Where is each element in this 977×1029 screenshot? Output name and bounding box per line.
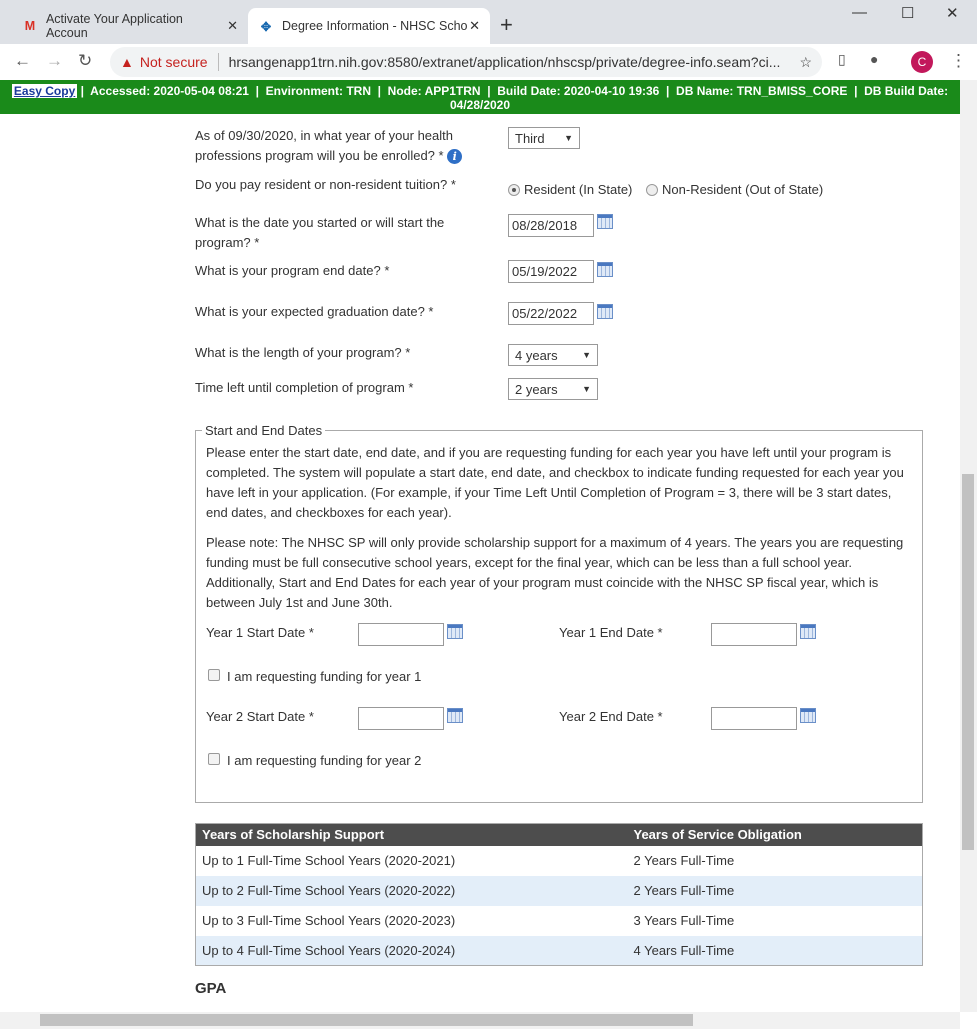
scholarship-table: Years of Scholarship Support Years of Ser…: [195, 823, 923, 966]
horizontal-scroll-thumb[interactable]: [40, 1014, 693, 1026]
start-date-input[interactable]: 08/28/2018: [508, 214, 594, 237]
instructions-text: Please enter the start date, end date, a…: [206, 445, 904, 520]
year2-start-input[interactable]: [358, 707, 444, 730]
close-tab-icon[interactable]: ✕: [227, 18, 238, 34]
tuition-question: Do you pay resident or non-resident tuit…: [195, 177, 456, 192]
note-text: Please note: The NHSC SP will only provi…: [206, 535, 904, 610]
year2-end-label: Year 2 End Date *: [559, 709, 663, 724]
year1-funding-checkbox[interactable]: [208, 669, 220, 681]
forward-icon[interactable]: →: [46, 51, 63, 71]
year-question: As of 09/30/2020, in what year of your h…: [195, 126, 485, 166]
minimize-button[interactable]: —: [852, 4, 867, 21]
column-header: Years of Service Obligation: [627, 823, 923, 846]
info-icon[interactable]: i: [447, 149, 463, 164]
year1-end-label: Year 1 End Date *: [559, 625, 663, 640]
calendar-icon[interactable]: [800, 624, 816, 639]
year1-start-label: Year 1 Start Date *: [206, 625, 314, 640]
easy-copy-link[interactable]: Easy Copy: [11, 84, 78, 98]
graduation-date-input[interactable]: 05/22/2022: [508, 302, 594, 325]
non-resident-radio[interactable]: Non-Resident (Out of State): [646, 182, 823, 197]
resident-radio[interactable]: Resident (In State): [508, 182, 632, 197]
end-date-input[interactable]: 05/19/2022: [508, 260, 594, 283]
table-row: Up to 3 Full-Time School Years (2020-202…: [202, 913, 735, 928]
graduation-date-question: What is your expected graduation date? *: [195, 304, 434, 319]
year1-start-input[interactable]: [358, 623, 444, 646]
security-label[interactable]: Not secure: [140, 54, 208, 70]
calendar-icon[interactable]: [447, 624, 463, 639]
year2-funding-label[interactable]: I am requesting funding for year 2: [227, 753, 421, 768]
calendar-icon[interactable]: [597, 262, 613, 277]
time-left-select[interactable]: 2 years ▼: [508, 378, 598, 400]
table-row: Up to 4 Full-Time School Years (2020-202…: [195, 935, 923, 966]
maximize-button[interactable]: ☐: [901, 4, 914, 22]
program-length-question: What is the length of your program? *: [195, 345, 411, 360]
year-select[interactable]: Third ▼: [508, 127, 580, 149]
tab-title: Degree Information - NHSC Scho: [282, 19, 468, 33]
program-length-select[interactable]: 4 years ▼: [508, 344, 598, 366]
url-text[interactable]: hrsangenapp1trn.nih.gov:8580/extranet/ap…: [229, 54, 800, 70]
environment-bar: Easy Copy | Accessed: 2020-05-04 08:21 |…: [0, 80, 960, 114]
tab-gmail[interactable]: M Activate Your Application Accoun ✕: [12, 8, 248, 44]
start-date-question: What is the date you started or will sta…: [195, 215, 445, 250]
end-date-question: What is your program end date? *: [195, 263, 390, 278]
calendar-icon[interactable]: [597, 304, 613, 319]
column-header: Years of Scholarship Support: [195, 823, 628, 846]
extension-icon[interactable]: ●: [870, 51, 878, 67]
new-tab-button[interactable]: +: [500, 12, 513, 38]
page-content: As of 09/30/2020, in what year of your h…: [0, 114, 960, 1012]
table-row: Up to 1 Full-Time School Years (2020-202…: [202, 853, 735, 868]
table-row: Up to 2 Full-Time School Years (2020-202…: [195, 875, 923, 906]
warning-icon: ▲: [120, 54, 134, 70]
star-icon[interactable]: ☆: [799, 54, 812, 71]
year1-end-input[interactable]: [711, 623, 797, 646]
environment-info: | Accessed: 2020-05-04 08:21 | Environme…: [77, 84, 952, 112]
avatar[interactable]: C: [911, 51, 933, 73]
address-bar: ← → ↻ ▲ Not secure hrsangenapp1trn.nih.gov…: [0, 44, 977, 80]
calendar-icon[interactable]: [597, 214, 613, 229]
calendar-icon[interactable]: [800, 708, 816, 723]
calendar-icon[interactable]: [447, 708, 463, 723]
gpa-heading: GPA: [195, 980, 227, 997]
close-window-button[interactable]: ✕: [946, 4, 959, 22]
year2-end-input[interactable]: [711, 707, 797, 730]
fieldset-legend: Start and End Dates: [205, 423, 323, 438]
year2-funding-checkbox[interactable]: [208, 753, 220, 765]
extension-icon[interactable]: ▯: [838, 51, 846, 68]
tab-degree-info[interactable]: ✥ Degree Information - NHSC Scho ✕: [248, 8, 490, 44]
year2-start-label: Year 2 Start Date *: [206, 709, 314, 724]
year1-funding-label[interactable]: I am requesting funding for year 1: [227, 669, 421, 684]
close-tab-icon[interactable]: ✕: [469, 18, 480, 34]
nhsc-icon: ✥: [260, 19, 272, 34]
tab-title: Activate Your Application Accoun: [45, 12, 183, 40]
reload-icon[interactable]: ↻: [78, 51, 92, 71]
vertical-scroll-thumb[interactable]: [962, 474, 974, 850]
time-left-question: Time left until completion of program *: [195, 380, 414, 395]
tuition-radio-group: Resident (In State) Non-Resident (Out of…: [508, 182, 823, 197]
tab-bar: M Activate Your Application Accoun ✕ ✥ Degr…: [0, 0, 977, 44]
back-icon[interactable]: ←: [14, 51, 31, 71]
url-bar[interactable]: ▲ Not secure hrsangenapp1trn.nih.gov:8580/…: [110, 47, 822, 77]
gmail-icon: M: [24, 19, 36, 33]
menu-icon[interactable]: ⋮: [950, 51, 967, 71]
